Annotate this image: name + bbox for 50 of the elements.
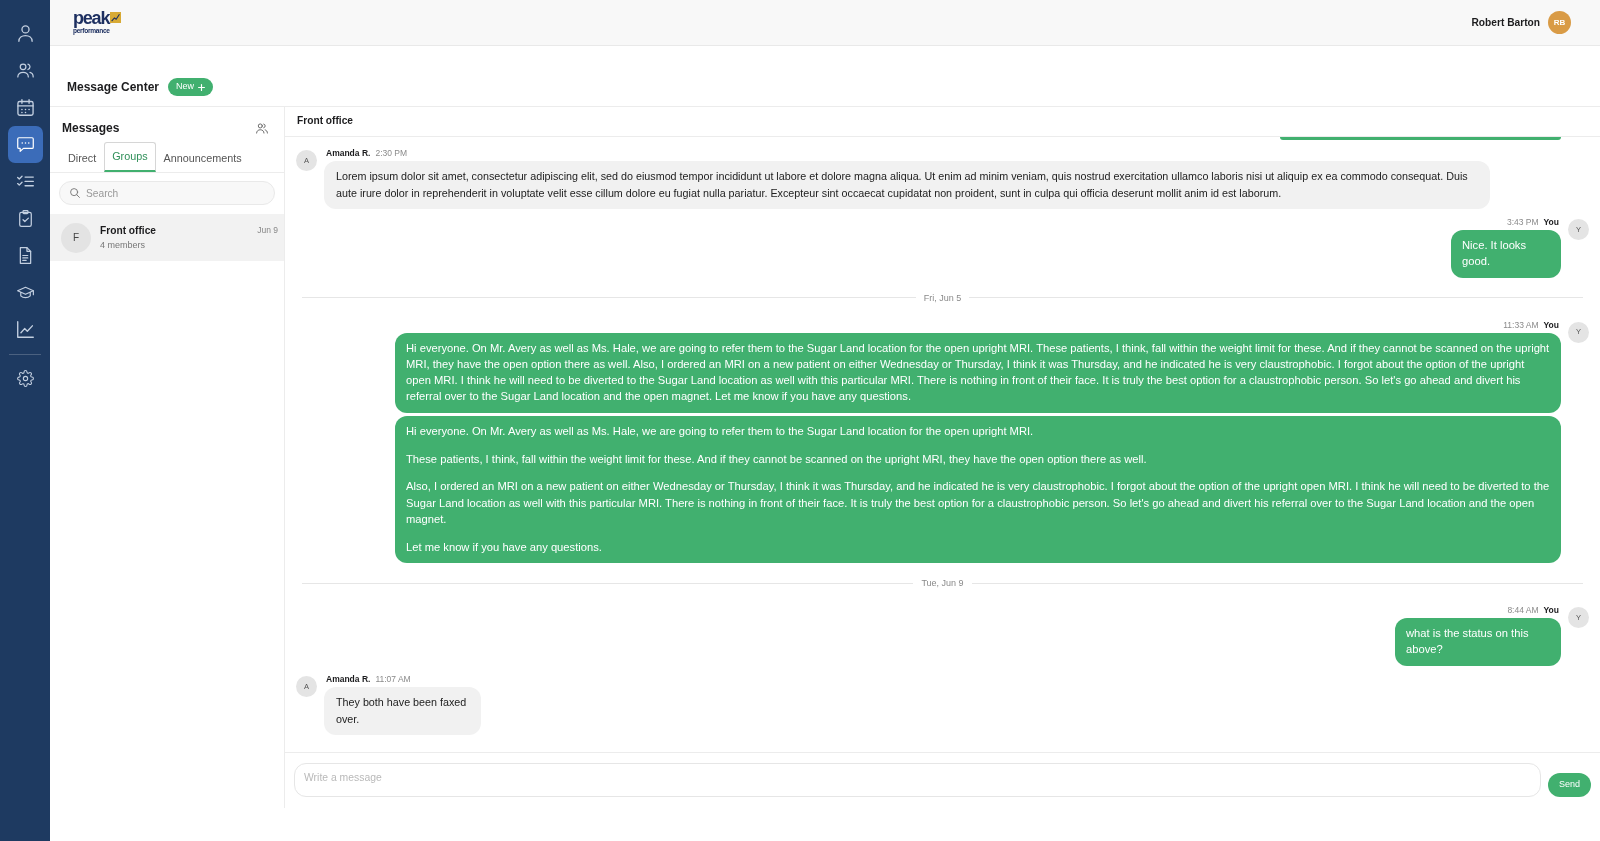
panel-tab[interactable]: Direct: [60, 143, 105, 172]
message-bubble: Nice. It looks good.: [1451, 230, 1561, 278]
message-time: 8:44 AM: [1507, 604, 1539, 617]
new-button[interactable]: New: [168, 78, 214, 96]
user-avatar[interactable]: RB: [1548, 11, 1571, 34]
line-chart-icon: [16, 321, 34, 338]
calendar-icon: [16, 99, 34, 116]
plus-icon: [198, 83, 206, 91]
people-icon: [16, 62, 34, 79]
user-name: Robert Barton: [1471, 15, 1540, 30]
conversation-item[interactable]: F Front office Jun 9 4 members: [50, 214, 284, 261]
graduation-cap-icon: [16, 284, 34, 301]
settings-icon: [16, 370, 34, 387]
person-icon: [16, 25, 34, 42]
avatar: F: [61, 222, 91, 253]
people-icon[interactable]: [256, 122, 268, 134]
clipboard-check-icon: [16, 210, 34, 227]
message-bubble: what is the status on this above?: [1395, 618, 1561, 666]
message-time: 11:33 AM: [1503, 318, 1539, 331]
date-label: Fri, Jun 5: [923, 291, 962, 304]
message-paragraph: Also, I ordered an MRI on a new patient on either Wednesday or Thursday, I think it was Thursday, and he indicated he is very claustrophobic. I forgot about the option of the upright open MRI. I think he will need to be diverted to the Sugar Land location as well with this particular MRI. There is nothing in front of their face. It is truly the best option for a claustrophobic person. So let's go ahead and divert his referral over to the Sugar Land location and the open magnet.: [406, 479, 1551, 527]
sender-name: You: [1543, 604, 1559, 617]
chat-title: Front office: [297, 115, 354, 128]
member-count: 4 members: [100, 239, 146, 251]
conversation-name: Front office: [100, 224, 157, 237]
message-bubble: They both have been faxed over.: [324, 686, 481, 735]
panel-title: Messages: [62, 120, 120, 136]
message-bubble: Lorem ipsum dolor sit amet, consectetur adipiscing elit, sed do eiusmod tempor incididunt ut labore et dolore magna aliqua. Ut enim ad minim veniam, quis nostrud exercitation ullamco laboris nisi ut aliquip ex ea commodo consequat. Duis aute irure dolor in reprehenderit in voluptate velit esse cillum dolore eu fugiat nulla pariatur. Excepteur sint occaecat cupidatat non proident, sunt in culpa qui officia deserunt mollit anim id est laborum.: [324, 161, 1490, 209]
message-paragraph: Let me know if you have any questions.: [406, 539, 603, 555]
search-field[interactable]: Search: [59, 181, 275, 205]
sidebar-button[interactable]: [7, 126, 43, 163]
panel-tab[interactable]: Announcements: [155, 143, 250, 172]
panel-tab[interactable]: Groups: [104, 142, 156, 172]
sender-name: You: [1543, 216, 1559, 228]
message-time: 2:30 PM: [375, 147, 408, 159]
message-paragraph: These patients, I think, fall within the weight limit for these. And if they cannot be scanned on the upright MRI, they have the open option there as well.: [406, 451, 1148, 467]
date-label: Tue, Jun 9: [921, 577, 964, 590]
message-paragraph: Hi everyone. On Mr. Avery as well as Ms. Hale, we are going to refer them to the Sugar Land location for the open upright MRI.: [406, 423, 1035, 439]
page-title: Message Center: [67, 79, 160, 95]
message-time: 11:07 AM: [375, 672, 411, 685]
sender-name: Amanda R.: [326, 147, 371, 159]
message-bubble: Hi everyone. On Mr. Avery as well as Ms. Hale, we are going to refer them to the Sugar Land location for the open upright MRI. These patients, I think, fall within the weight limit for these. And if they cannot be scanned on the upright MRI, they have the open option there as well. Also, I ordered an MRI on a new patient on either Wednesday or Thursday, I think it was Thursday, and he indicated he is very claustrophobic. I forgot about the option of the upright open MRI. I think he will need to be diverted to the Sugar Land location as well with this particular MRI. There is nothing in front of their face. It is truly the best option for a claustrophobic person. So let's go ahead and divert his referral over to the Sugar Land location and the open magnet. Let me know if you have any questions.: [395, 332, 1561, 413]
send-button[interactable]: Send: [1547, 773, 1591, 797]
message-time: 3:43 PM: [1506, 216, 1539, 228]
sender-name: Amanda R.: [326, 672, 371, 685]
chat-icon: [16, 136, 34, 153]
search-icon: [70, 188, 80, 198]
message-input[interactable]: Write a message: [294, 763, 1541, 797]
conversation-date: Jun 9: [257, 224, 278, 237]
sender-name: You: [1543, 318, 1559, 331]
